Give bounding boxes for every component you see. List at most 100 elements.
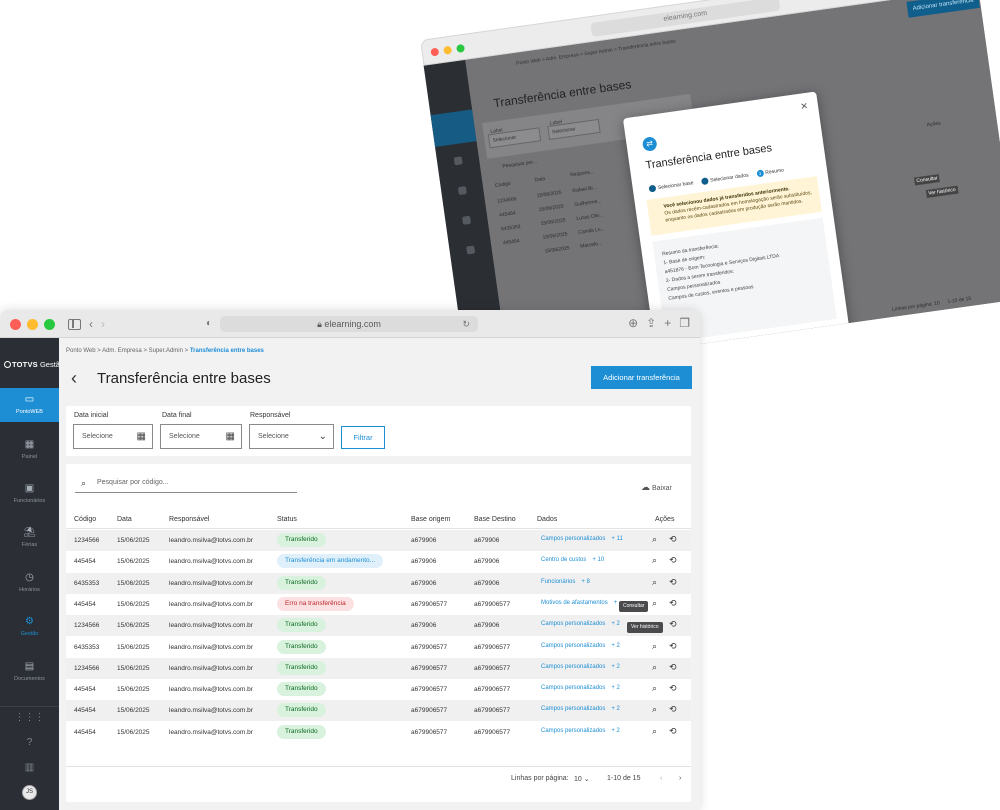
data-tag-more[interactable]: + 8 [581, 579, 590, 585]
history-icon[interactable]: ⟲ [669, 555, 677, 566]
data-tag[interactable]: Campos personalizados + 2 [541, 685, 620, 691]
filter-button[interactable]: Filtrar [341, 426, 385, 449]
table-row[interactable]: 445454 15/06/2025 leandro.msilva@totvs.com… [66, 551, 691, 572]
history-icon[interactable]: ⟲ [669, 641, 677, 652]
data-tag-more[interactable]: + 10 [592, 557, 604, 563]
history-icon[interactable]: ⟲ [669, 534, 677, 545]
download-icon[interactable]: ⊕ [628, 316, 638, 330]
sidebar-toggle-icon[interactable] [68, 319, 81, 330]
reload-icon[interactable]: ↻ [462, 316, 470, 332]
search-icon[interactable]: ⌕ [652, 577, 657, 588]
table-row[interactable]: 1234566 15/06/2025 leandro.msilva@totvs.co… [66, 530, 691, 551]
minimize-window-button[interactable] [27, 319, 38, 330]
table-row[interactable]: 445454 15/06/2025 leandro.msilva@totvs.com… [66, 700, 691, 722]
history-icon[interactable]: ⟲ [669, 662, 677, 673]
forward-icon[interactable]: › [101, 317, 105, 331]
cell-origin: a679906 [411, 558, 437, 566]
cell-destination: a679906 [474, 579, 500, 587]
rows-per-page-select[interactable]: 10 ⌄ [574, 775, 590, 783]
column-header[interactable]: Código [74, 516, 96, 523]
avatar[interactable]: JS [22, 785, 37, 800]
data-tag[interactable]: Motivos de afastamentos + [541, 600, 617, 606]
cell-code: 6435353 [74, 643, 100, 651]
table-row[interactable]: 1234566 15/06/2025 leandro.msilva@totvs.co… [66, 615, 691, 637]
data-tag-more[interactable]: + 11 [611, 536, 622, 542]
data-tag[interactable]: Campos personalizados + 2 [541, 728, 620, 734]
shield-icon[interactable]: ◐ [206, 318, 212, 329]
sidebar-item-horarios[interactable]: ◷ Horários [0, 566, 59, 600]
share-icon[interactable]: ⇪ [646, 316, 656, 330]
history-icon[interactable]: ⟲ [669, 577, 677, 588]
download-button[interactable]: ☁ Baixar [641, 482, 672, 493]
apps-grid-icon[interactable]: ⋮⋮⋮ [0, 712, 59, 723]
data-tag-more[interactable]: + 2 [611, 685, 620, 691]
data-tag[interactable]: Campos personalizados + 2 [541, 621, 620, 627]
close-window-button[interactable] [10, 319, 21, 330]
search-icon[interactable]: ⌕ [652, 726, 657, 737]
data-tag[interactable]: Campos personalizados + 2 [541, 643, 620, 649]
breadcrumb-item[interactable]: Ponto Web [66, 348, 96, 354]
history-icon[interactable]: ⟲ [669, 619, 677, 630]
column-header[interactable]: Base origem [411, 516, 450, 523]
column-header[interactable]: Base Destino [474, 516, 516, 523]
sidebar-item-pontoweb[interactable]: ▭ PontoWEB [0, 388, 59, 422]
cell-code: 445454 [74, 686, 96, 694]
search-input[interactable]: ⌕ Pesquisar por código... [75, 476, 297, 493]
column-header[interactable]: Responsável [169, 516, 209, 523]
breadcrumb-item[interactable]: Super.Admin [149, 348, 183, 354]
sidebar-item-painel[interactable]: ▦ Painel [0, 433, 59, 467]
history-icon[interactable]: ⟲ [669, 683, 677, 694]
table-row[interactable]: 6435353 15/06/2025 leandro.msilva@totvs.co… [66, 637, 691, 658]
history-icon[interactable]: ⟲ [669, 704, 677, 715]
table-row[interactable]: 445454 15/06/2025 leandro.msilva@totvs.com… [66, 594, 691, 615]
column-header[interactable]: Dados [537, 516, 557, 523]
column-header[interactable]: Data [117, 516, 132, 523]
table-row[interactable]: 445454 15/06/2025 leandro.msilva@totvs.com… [66, 722, 691, 743]
building-icon[interactable]: ▥ [0, 762, 59, 773]
table-row[interactable]: 445454 15/06/2025 leandro.msilva@totvs.com… [66, 679, 691, 700]
data-tag-more[interactable]: + 2 [611, 664, 620, 670]
data-tag-more[interactable]: + 2 [611, 706, 620, 712]
table-row[interactable]: 1234566 15/06/2025 leandro.msilva@totvs.co… [66, 657, 691, 679]
table-row[interactable]: 6435353 15/06/2025 leandro.msilva@totvs.co… [66, 572, 691, 594]
data-tag[interactable]: Campos personalizados + 2 [541, 664, 620, 670]
search-icon[interactable]: ⌕ [652, 555, 657, 566]
data-tag[interactable]: Centro de custos + 10 [541, 557, 604, 563]
search-icon[interactable]: ⌕ [652, 683, 657, 694]
search-icon[interactable]: ⌕ [652, 534, 657, 545]
sidebar-item-documentos[interactable]: ▤ Documentos [0, 655, 59, 689]
data-tag[interactable]: Funcionários + 8 [541, 579, 590, 585]
next-page-icon[interactable]: › [679, 775, 681, 782]
data-tag-more[interactable]: + 2 [611, 728, 620, 734]
status-badge: Transferido [277, 639, 326, 654]
help-icon[interactable]: ? [0, 737, 59, 748]
data-tag[interactable]: Campos personalizados + 2 [541, 706, 620, 712]
data-tag-more[interactable]: + 2 [611, 621, 620, 627]
sidebar-item-gestao[interactable]: ⚙ Gestão [0, 610, 59, 644]
data-tag-more[interactable]: + [614, 600, 618, 606]
start-date-field[interactable]: Selecione ▦ [73, 424, 153, 449]
search-icon[interactable]: ⌕ [652, 641, 657, 652]
history-icon[interactable]: ⟲ [669, 726, 677, 737]
search-icon[interactable]: ⌕ [652, 598, 657, 609]
back-icon[interactable]: ‹ [89, 317, 93, 331]
breadcrumb-item[interactable]: Adm. Empresa [102, 348, 142, 354]
tabs-icon[interactable]: ❐ [679, 316, 690, 330]
end-date-field[interactable]: Selecione ▦ [160, 424, 242, 449]
responsible-select[interactable]: Selecione ⌄ [249, 424, 334, 449]
sidebar-item-ferias[interactable]: ⛱ Férias [0, 521, 59, 555]
new-tab-icon[interactable]: + [664, 316, 671, 330]
url-bar[interactable]: 🔒︎ elearning.com ↻ [220, 316, 478, 332]
column-header[interactable]: Status [277, 516, 297, 523]
back-arrow-icon[interactable]: ‹ [71, 368, 77, 389]
maximize-window-button[interactable] [44, 319, 55, 330]
data-tag[interactable]: Campos personalizados + 11 [541, 536, 623, 542]
status-badge: Transferido [277, 682, 326, 697]
add-transfer-button[interactable]: Adicionar transferência [591, 366, 692, 389]
search-icon[interactable]: ⌕ [652, 662, 657, 673]
search-icon[interactable]: ⌕ [652, 704, 657, 715]
sidebar-item-funcionarios[interactable]: ▣ Funcionários [0, 477, 59, 511]
history-icon[interactable]: ⟲ [669, 598, 677, 609]
previous-page-icon[interactable]: ‹ [660, 775, 662, 782]
data-tag-more[interactable]: + 2 [611, 643, 620, 649]
